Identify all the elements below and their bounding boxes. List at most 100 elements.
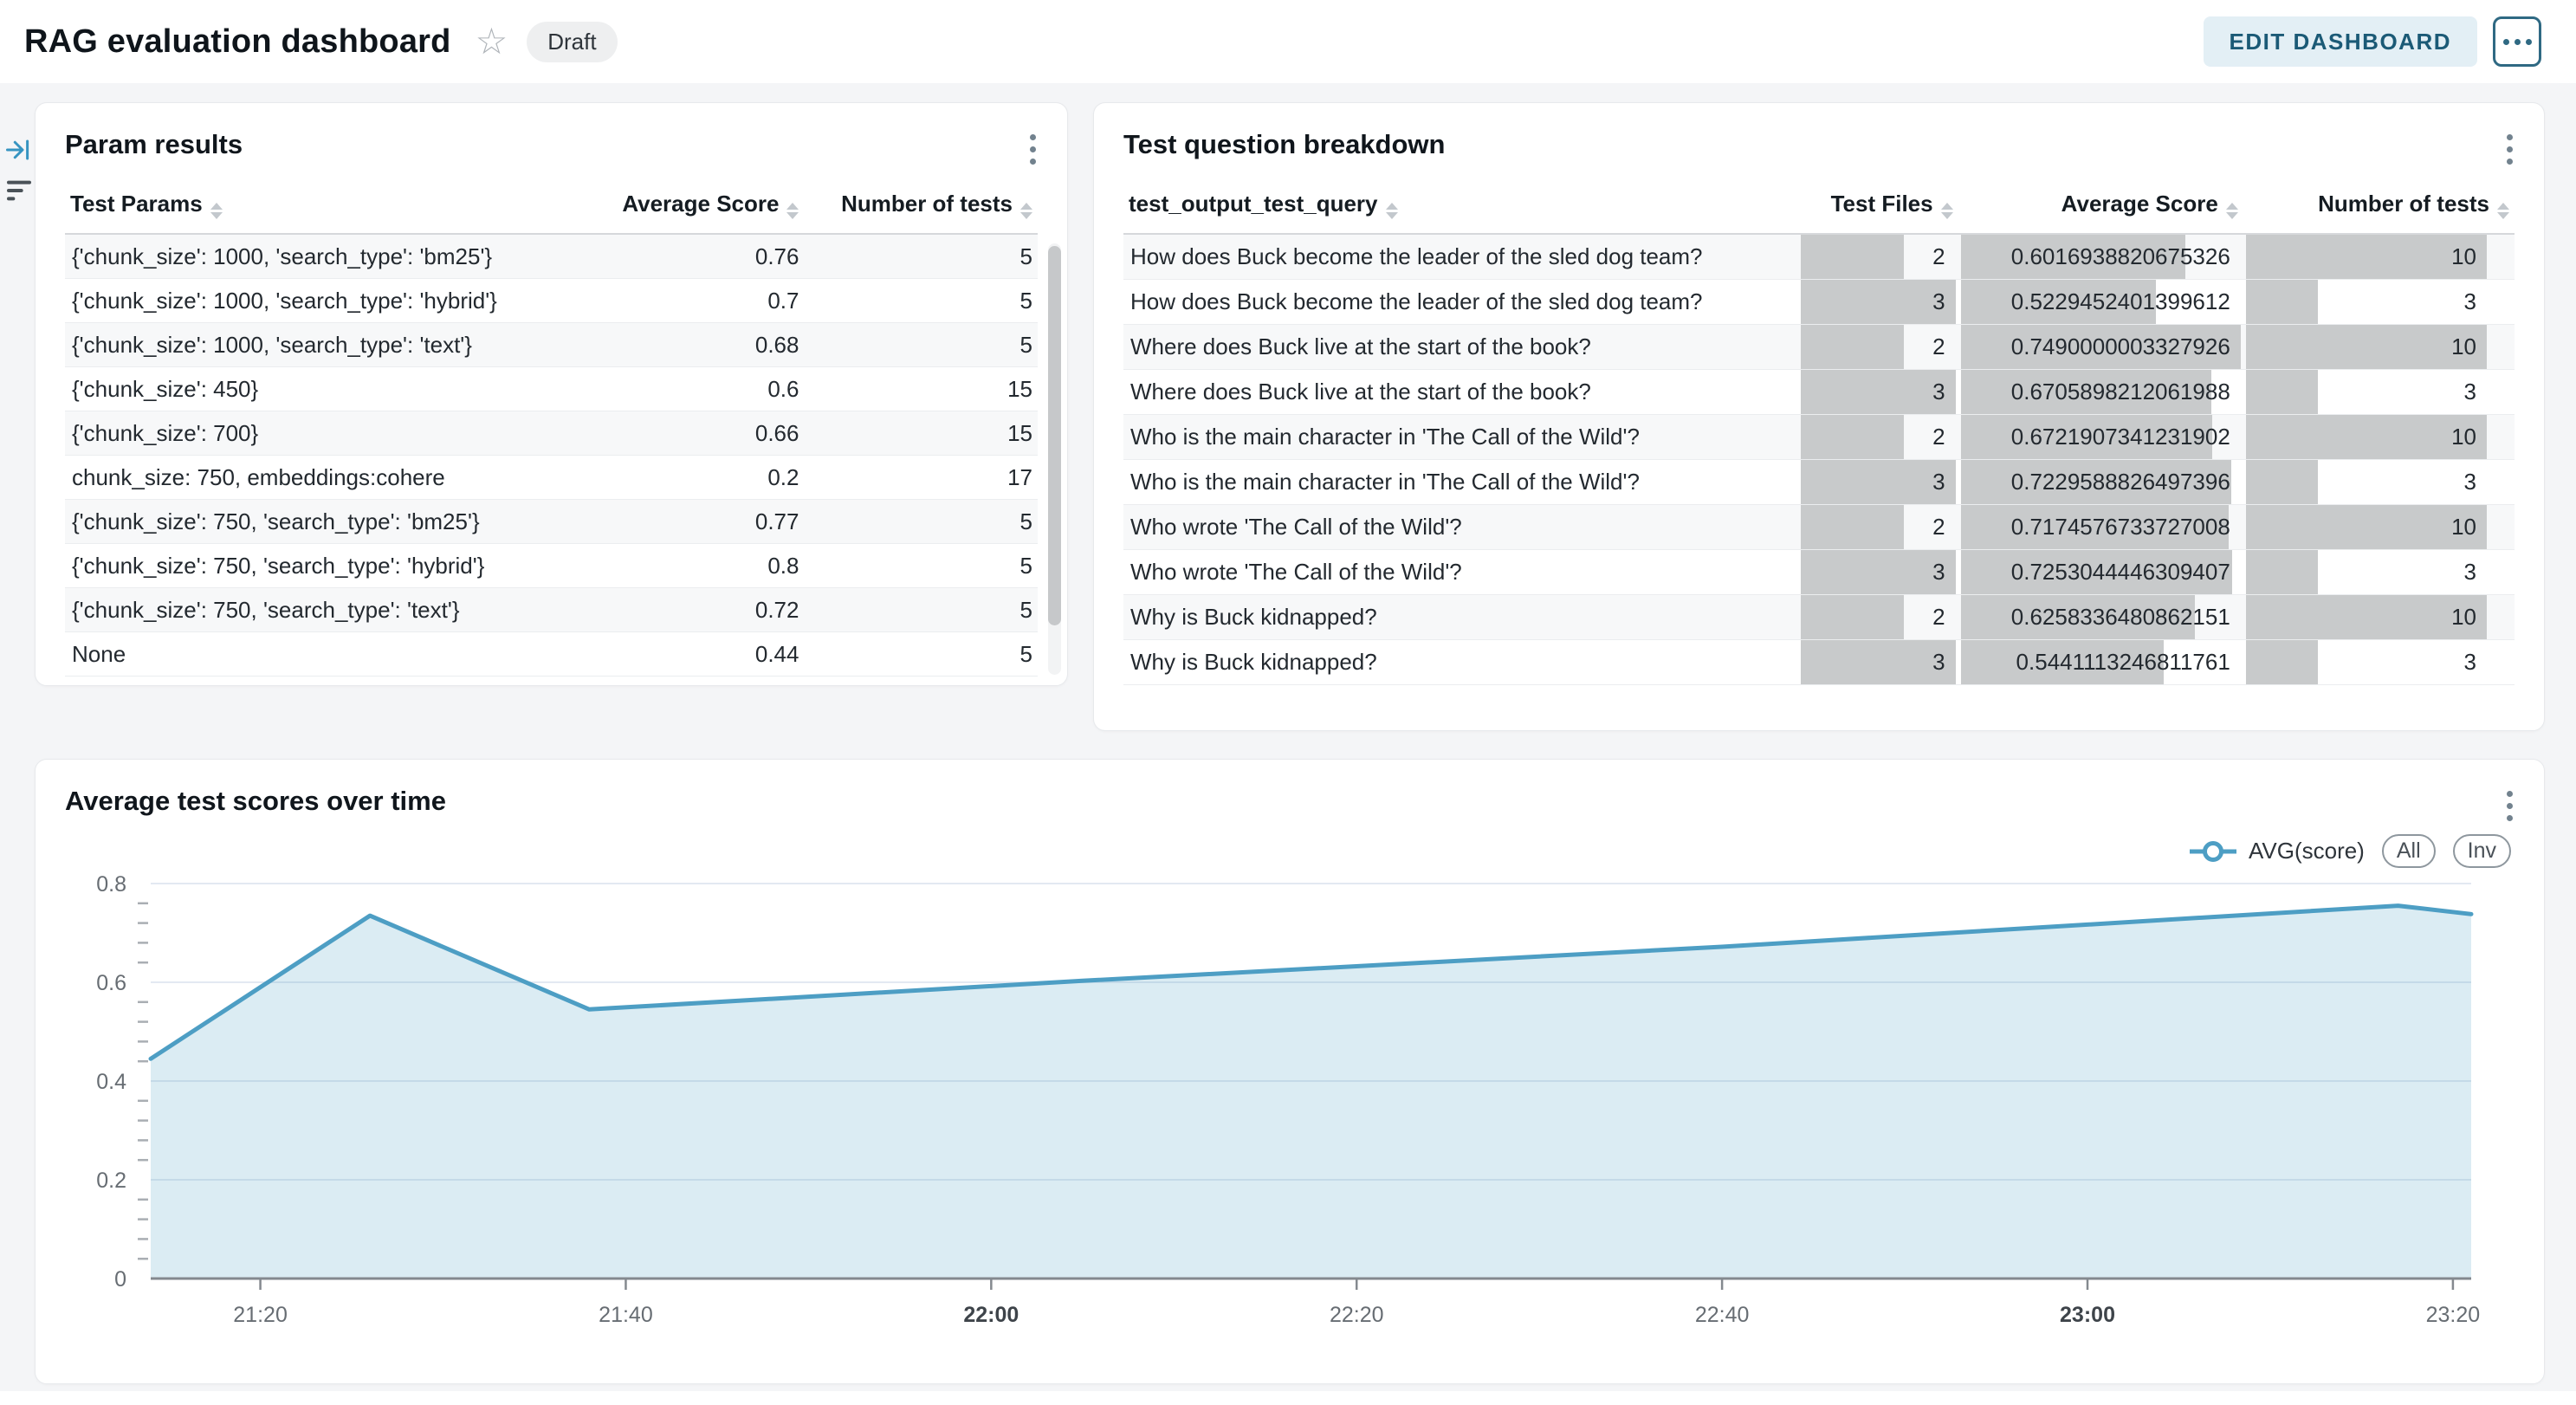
- column-header[interactable]: Average Score: [571, 191, 805, 235]
- question-cell: Who is the main character in 'The Call o…: [1123, 460, 1798, 505]
- cell-value: 3: [1932, 280, 1945, 324]
- more-options-button[interactable]: [2493, 16, 2541, 67]
- y-axis-label: 0.6: [96, 971, 126, 995]
- cell-value: 2: [1932, 325, 1945, 369]
- tests-bar-cell: 3: [2243, 550, 2515, 595]
- cell-value: 0.7174576733727008: [2011, 505, 2230, 549]
- cell-value: 0.7229588826497396: [2011, 460, 2230, 504]
- table-cell: 0.44: [571, 632, 805, 677]
- x-axis-label: 23:20: [2426, 1303, 2481, 1327]
- status-badge: Draft: [527, 22, 617, 62]
- tests-bar-cell: 3: [2243, 640, 2515, 685]
- favorite-star-icon[interactable]: ☆: [476, 23, 508, 60]
- scrollbar-thumb[interactable]: [1048, 246, 1061, 625]
- chart-area: [151, 906, 2471, 1279]
- cell-value: 10: [2451, 595, 2476, 639]
- table-cell: 0.7: [571, 279, 805, 323]
- table-cell: {'chunk_size': 1000, 'search_type': 'bm2…: [65, 235, 571, 279]
- table-row: {'chunk_size': 1000, 'search_type': 'bm2…: [65, 235, 1038, 279]
- column-header[interactable]: Test Params: [65, 191, 571, 235]
- ellipsis-icon: [2503, 39, 2532, 45]
- question-breakdown-panel: Test question breakdown test_output_test…: [1093, 102, 2545, 731]
- column-header-label: Number of tests: [2318, 191, 2489, 217]
- edit-dashboard-button[interactable]: EDIT DASHBOARD: [2204, 16, 2477, 67]
- footer-strip: [0, 1391, 2576, 1405]
- cell-value: 0.7253044446309407: [2011, 550, 2230, 594]
- x-axis-label: 22:00: [963, 1303, 1019, 1327]
- column-header-label: Test Params: [70, 191, 203, 217]
- table-cell: 0.66: [571, 411, 805, 456]
- table-cell: 5: [804, 500, 1038, 544]
- sort-icon[interactable]: [786, 203, 799, 219]
- files-bar-cell: 2: [1798, 505, 1958, 550]
- column-header-label: Average Score: [622, 191, 779, 217]
- x-axis-label: 23:00: [2060, 1303, 2115, 1327]
- cell-value: 2: [1932, 415, 1945, 459]
- cell-value: 3: [2464, 280, 2476, 324]
- data-bar: [2246, 280, 2318, 324]
- sort-icon[interactable]: [1941, 203, 1953, 219]
- panel-menu-icon[interactable]: [2502, 129, 2518, 170]
- question-cell: Where does Buck live at the start of the…: [1123, 370, 1798, 415]
- table-row: How does Buck become the leader of the s…: [1123, 280, 2515, 325]
- table-cell: 0.68: [571, 323, 805, 367]
- column-header[interactable]: Number of tests: [804, 191, 1038, 235]
- question-cell: Why is Buck kidnapped?: [1123, 595, 1798, 640]
- sort-icon[interactable]: [2226, 203, 2238, 219]
- cell-value: 3: [2464, 640, 2476, 684]
- x-axis-label: 21:40: [599, 1303, 653, 1327]
- line-chart: 00.20.40.60.821:2021:4022:0022:2022:4023…: [36, 864, 2546, 1366]
- tests-bar-cell: 10: [2243, 325, 2515, 370]
- table-cell: 0.72: [571, 588, 805, 632]
- tests-bar-cell: 10: [2243, 505, 2515, 550]
- sort-icon[interactable]: [1386, 203, 1398, 219]
- table-cell: 5: [804, 588, 1038, 632]
- tests-bar-cell: 10: [2243, 595, 2515, 640]
- data-bar: [1801, 325, 1904, 369]
- score-bar-cell: 0.7229588826497396: [1958, 460, 2243, 505]
- sort-icon[interactable]: [2497, 203, 2509, 219]
- files-bar-cell: 3: [1798, 460, 1958, 505]
- panel-title: Test question breakdown: [1123, 129, 1445, 160]
- scrollbar-track[interactable]: [1048, 243, 1061, 675]
- question-cell: How does Buck become the leader of the s…: [1123, 280, 1798, 325]
- table-cell: None: [65, 632, 571, 677]
- page-header: RAG evaluation dashboard ☆ Draft EDIT DA…: [0, 0, 2576, 83]
- files-bar-cell: 2: [1798, 325, 1958, 370]
- score-bar-cell: 0.7490000003327926: [1958, 325, 2243, 370]
- score-bar-cell: 0.6258336480862151: [1958, 595, 2243, 640]
- question-cell: How does Buck become the leader of the s…: [1123, 235, 1798, 280]
- table-cell: 0.8: [571, 544, 805, 588]
- cell-value: 3: [2464, 460, 2476, 504]
- cell-value: 2: [1932, 235, 1945, 279]
- files-bar-cell: 2: [1798, 415, 1958, 460]
- table-row: Who wrote 'The Call of the Wild'?30.7253…: [1123, 550, 2515, 595]
- files-bar-cell: 2: [1798, 595, 1958, 640]
- tests-bar-cell: 3: [2243, 460, 2515, 505]
- cell-value: 0.6705898212061988: [2011, 370, 2230, 414]
- table-cell: {'chunk_size': 750, 'search_type': 'text…: [65, 588, 571, 632]
- column-header-label: Number of tests: [841, 191, 1013, 217]
- column-header[interactable]: Test Files: [1798, 191, 1958, 235]
- cell-value: 3: [1932, 460, 1945, 504]
- sort-icon[interactable]: [210, 203, 223, 219]
- table-row: chunk_size: 750, embeddings:cohere0.217: [65, 456, 1038, 500]
- table-row: {'chunk_size': 450}0.615: [65, 367, 1038, 411]
- column-header[interactable]: Number of tests: [2243, 191, 2515, 235]
- column-header[interactable]: test_output_test_query: [1123, 191, 1798, 235]
- question-cell: Where does Buck live at the start of the…: [1123, 325, 1798, 370]
- table-row: {'chunk_size': 1000, 'search_type': 'tex…: [65, 323, 1038, 367]
- table-cell: 15: [804, 411, 1038, 456]
- sort-icon[interactable]: [1020, 203, 1032, 219]
- table-row: Where does Buck live at the start of the…: [1123, 370, 2515, 415]
- column-header[interactable]: Average Score: [1958, 191, 2243, 235]
- cell-value: 10: [2451, 325, 2476, 369]
- expand-panel-icon[interactable]: [3, 137, 33, 163]
- panel-menu-icon[interactable]: [2502, 786, 2518, 826]
- data-bar: [1801, 595, 1904, 639]
- table-cell: 15: [804, 367, 1038, 411]
- cell-value: 10: [2451, 235, 2476, 279]
- question-cell: Why is Buck kidnapped?: [1123, 640, 1798, 685]
- filter-icon[interactable]: [3, 177, 35, 204]
- panel-menu-icon[interactable]: [1025, 129, 1041, 170]
